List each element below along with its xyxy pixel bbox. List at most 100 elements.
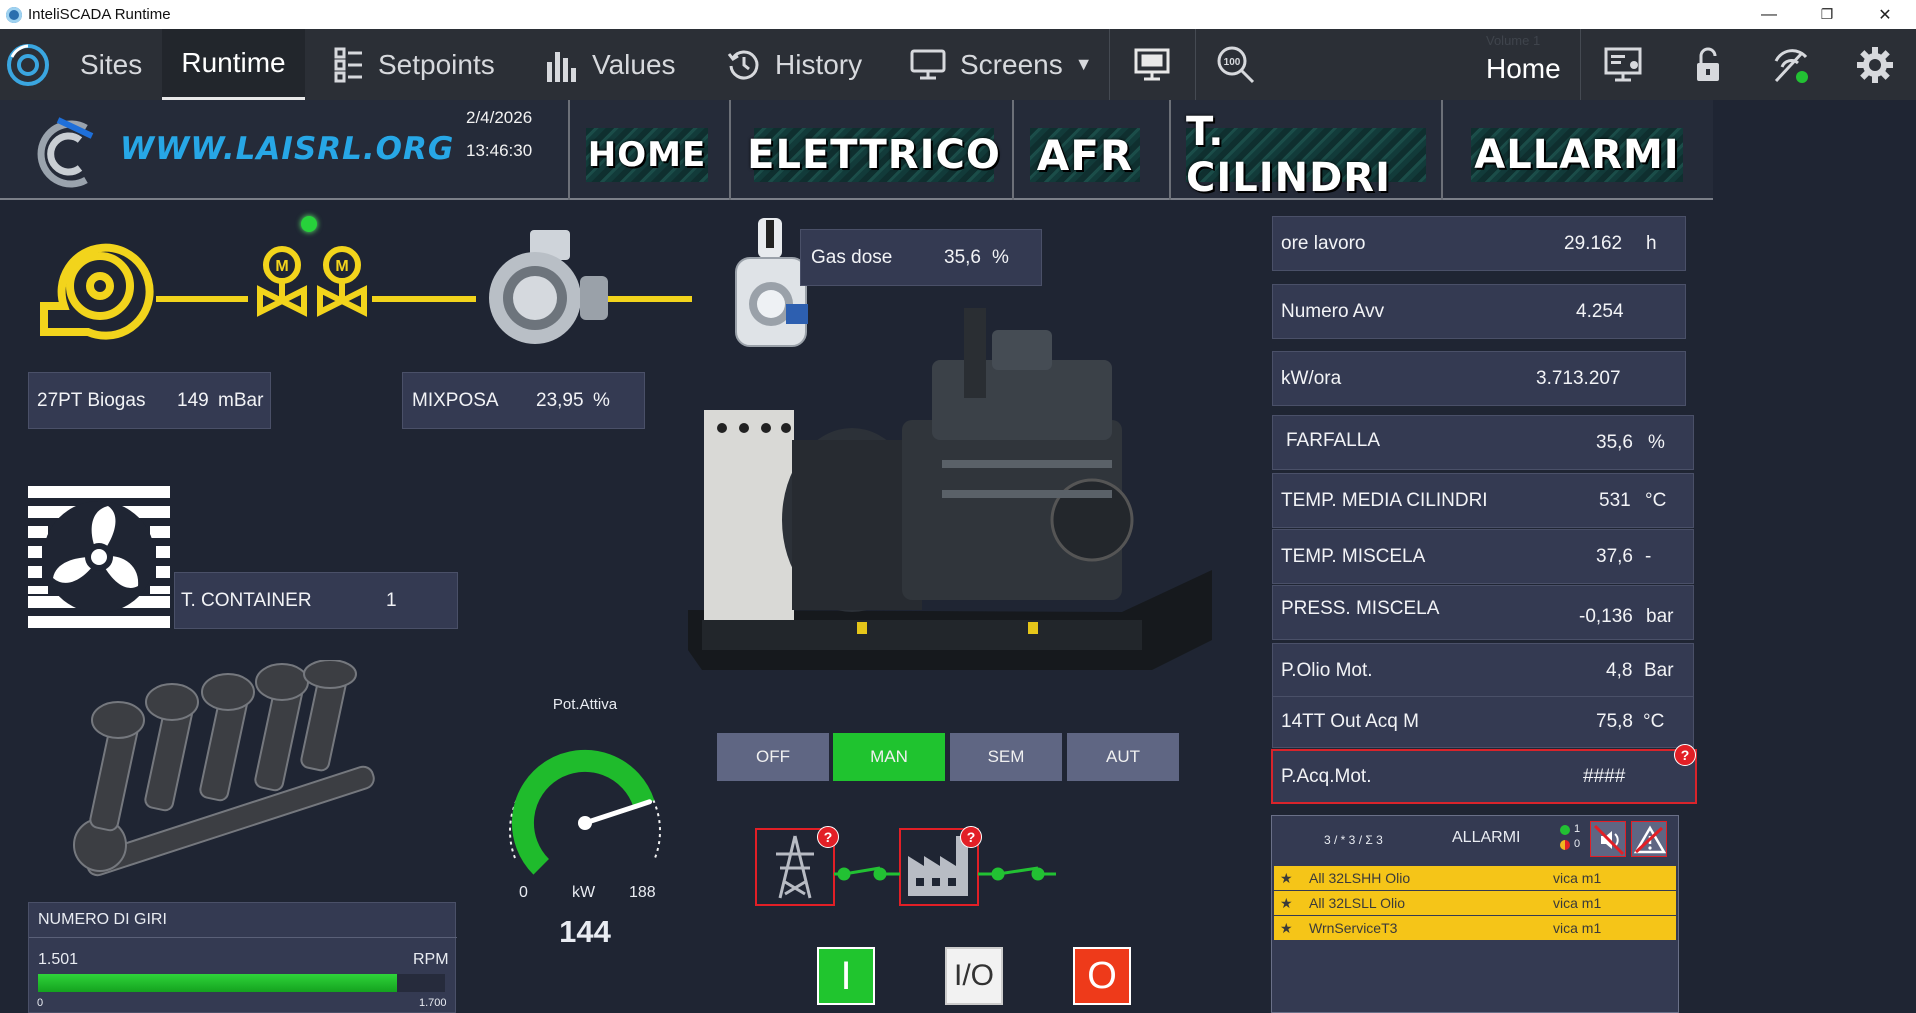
mixposa-unit: %: [593, 389, 610, 411]
alarm-row[interactable]: ★ All 32LSLL Olio vica m1: [1274, 891, 1676, 915]
alarm-row[interactable]: ★ WrnServiceT3 vica m1: [1274, 916, 1676, 940]
breaker-open-button[interactable]: O: [1073, 947, 1131, 1005]
rpm-max: 1.700: [419, 997, 447, 1009]
alarm-source: vica m1: [1553, 870, 1602, 886]
container-value: 1: [386, 589, 397, 611]
container-label: T. CONTAINER: [181, 589, 312, 611]
user-screen-button[interactable]: [1604, 29, 1658, 100]
genset-engine: [902, 308, 1134, 600]
value-unit: °C: [1643, 711, 1665, 732]
gauge-max: 188: [629, 884, 656, 901]
valve-status-led: [301, 216, 317, 232]
breaker-toggle-button[interactable]: I/O: [945, 947, 1003, 1005]
nav-elettrico-button[interactable]: ELETTRICO: [747, 128, 1000, 182]
setpoints-label: Setpoints: [378, 48, 495, 80]
pacq-help-badge[interactable]: ?: [1674, 744, 1696, 766]
gear-icon: [1857, 46, 1893, 83]
header-divider: [1012, 100, 1014, 200]
gauge-needle: [582, 799, 653, 826]
gauge-title: Pot.Attiva: [552, 696, 618, 713]
breaker-close-button[interactable]: I: [817, 947, 875, 1005]
lock-button[interactable]: [1694, 29, 1736, 100]
close-button[interactable]: ✕: [1856, 0, 1914, 29]
toolbar-sites[interactable]: Sites: [80, 29, 142, 100]
toolbar-home[interactable]: Home: [1486, 39, 1561, 99]
value-row: TEMP. MISCELA 37,6-: [1272, 529, 1694, 584]
value-label: Numero Avv: [1281, 300, 1385, 322]
power-gauge: [509, 749, 661, 875]
value-row: Numero Avv 4.254: [1272, 284, 1686, 339]
mode-aut-button[interactable]: AUT: [1067, 733, 1179, 781]
biogas-unit: mBar: [218, 389, 264, 411]
svg-text:M: M: [335, 258, 348, 275]
mode-off-button[interactable]: OFF: [717, 733, 829, 781]
genset-image: [688, 308, 1212, 670]
mute-horn-button[interactable]: [1590, 821, 1626, 857]
nav-cilindri-button[interactable]: T. CILINDRI: [1186, 109, 1426, 201]
gauge-arc-ok: [511, 749, 655, 875]
alarm-row[interactable]: ★ All 32LSHH Olio vica m1: [1274, 866, 1676, 890]
value-label: PRESS. MISCELA: [1281, 598, 1440, 619]
monitor-icon: [910, 49, 946, 79]
value-number: 531: [1599, 489, 1631, 511]
container-fan-icon: [28, 486, 170, 628]
app-logo-icon[interactable]: [6, 29, 64, 100]
mixer-valve-icon: [489, 230, 608, 344]
blower-icon: [40, 243, 154, 340]
value-unit: h: [1646, 232, 1657, 254]
bar-chart-icon: [547, 51, 576, 82]
star-icon: ★: [1280, 870, 1293, 886]
container-temp-panel: T. CONTAINER 1: [174, 572, 458, 629]
connection-status-icon: [1774, 48, 1808, 83]
header-divider: [729, 100, 731, 200]
value-label: 14TT Out Acq M: [1281, 711, 1419, 732]
header-divider: [568, 100, 570, 200]
presentation-icon: [1134, 48, 1170, 80]
company-logo-icon: [28, 116, 98, 197]
toolbar-setpoints[interactable]: Setpoints: [334, 29, 495, 100]
toolbar-runtime[interactable]: Runtime: [162, 29, 305, 100]
value-label: TEMP. MISCELA: [1281, 545, 1426, 567]
mains-help-badge[interactable]: ?: [817, 826, 839, 848]
nav-afr-button[interactable]: AFR: [1030, 128, 1140, 182]
toolbar-divider: [1580, 29, 1581, 100]
value-unit: °C: [1645, 489, 1667, 511]
value-row-error: P.Acq.Mot. ####: [1271, 749, 1697, 804]
value-unit: -: [1645, 545, 1652, 567]
rpm-value: 1.501: [38, 951, 79, 968]
company-url[interactable]: WWW.LAISRL.ORG: [120, 131, 454, 167]
value-label: P.Olio Mot.: [1281, 659, 1373, 681]
value-number: 4,8: [1606, 659, 1633, 681]
main-toolbar: Sites Runtime Setpoints Values History S…: [0, 29, 1916, 100]
nav-home-button[interactable]: HOME: [586, 128, 708, 182]
gauge-unit: kW: [572, 884, 596, 901]
connection-button[interactable]: [1772, 29, 1826, 100]
mode-man-button[interactable]: MAN: [833, 733, 945, 781]
minimize-button[interactable]: —: [1740, 0, 1798, 29]
toolbar-screens[interactable]: Screens ▼: [910, 29, 1093, 100]
history-icon: [727, 50, 759, 79]
zoom-100-button[interactable]: 100: [1216, 29, 1270, 100]
mode-sem-button[interactable]: SEM: [950, 733, 1062, 781]
value-number: 75,8: [1596, 711, 1633, 732]
unack-led-icon: [1560, 840, 1570, 850]
gauge-value: 144: [559, 914, 611, 949]
restore-button[interactable]: ❐: [1798, 0, 1856, 29]
value-number: 35,6: [1596, 431, 1633, 453]
presentation-button[interactable]: [1134, 29, 1184, 100]
mute-icon: [1593, 824, 1625, 856]
load-help-badge[interactable]: ?: [960, 826, 982, 848]
value-row: TEMP. MEDIA CILINDRI 531 °C: [1272, 473, 1694, 528]
toolbar-values[interactable]: Values: [546, 29, 676, 100]
power-tower-icon: [776, 835, 814, 899]
toolbar-history[interactable]: History: [727, 29, 862, 100]
alarm-name: All 32LSHH Olio: [1309, 870, 1411, 886]
star-icon: ★: [1280, 920, 1293, 936]
value-label: ore lavoro: [1281, 232, 1366, 254]
settings-button[interactable]: [1856, 29, 1908, 100]
nav-allarmi-button[interactable]: ALLARMI: [1471, 128, 1683, 182]
app-icon: [6, 6, 22, 23]
breaker-diagram: [755, 828, 1056, 906]
gas-pipe: [156, 296, 692, 302]
reset-alarm-button[interactable]: [1631, 821, 1667, 857]
